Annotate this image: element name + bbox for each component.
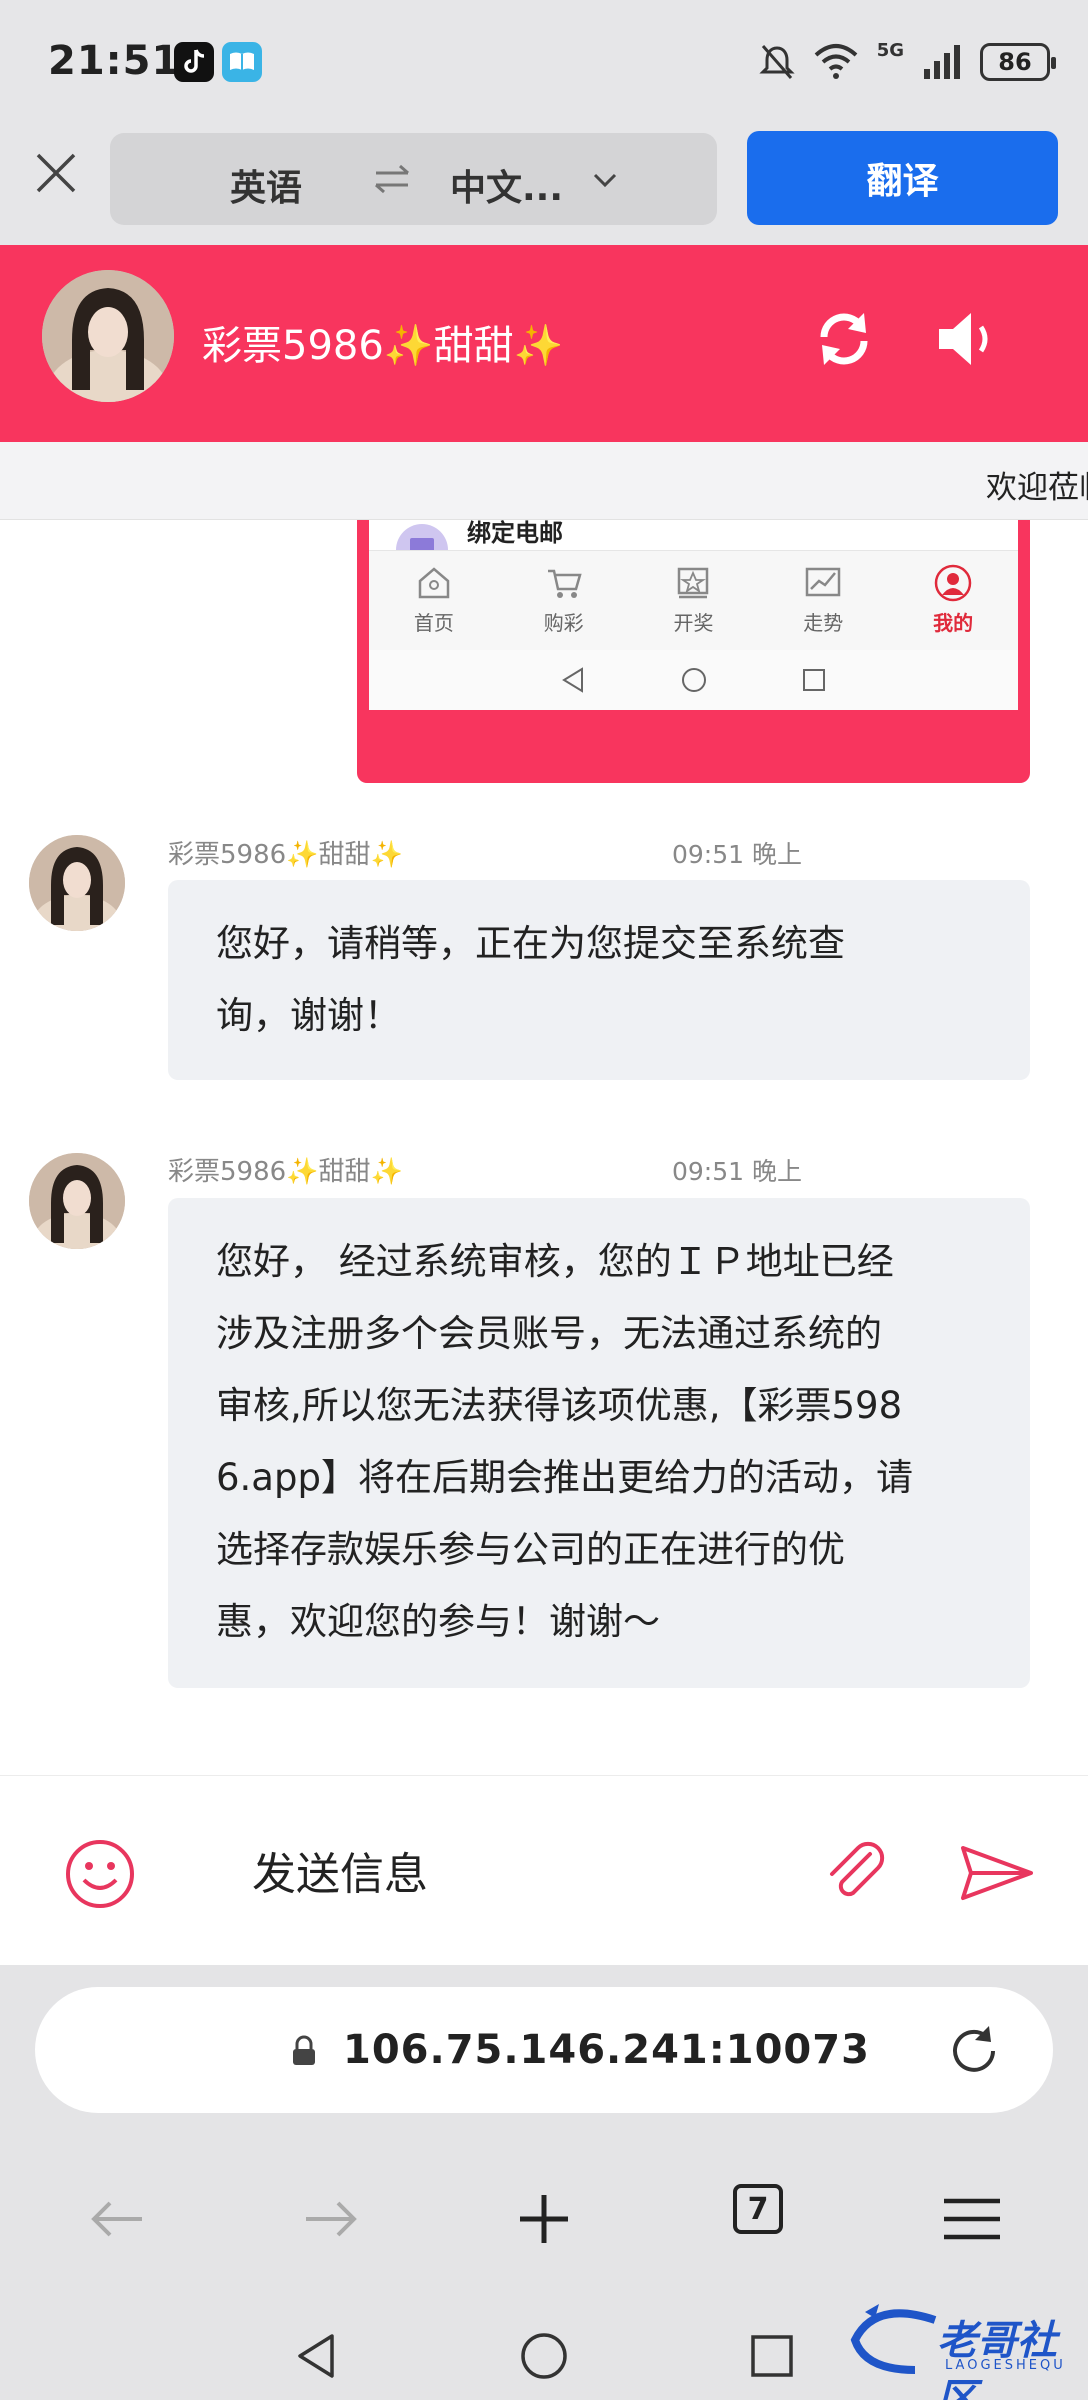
screenshot-tab-label: 开奖 bbox=[673, 611, 714, 635]
message-sender: 彩票5986✨甜甜✨ bbox=[168, 1157, 403, 1187]
home-icon[interactable] bbox=[518, 2330, 570, 2382]
screenshot-image: 绑定电邮 首页 购彩 开奖 走势 我的 bbox=[369, 520, 1018, 710]
chevron-down-icon[interactable] bbox=[590, 165, 620, 195]
message-bubble[interactable]: 您好， 经过系统审核，您的ＩＰ地址已经 涉及注册多个会员账号，无法通过系统的 审… bbox=[168, 1198, 1030, 1688]
new-tab-plus-icon[interactable] bbox=[512, 2187, 576, 2251]
reload-icon[interactable] bbox=[945, 2022, 1003, 2080]
watermark-subtext: LAOGESHEQU bbox=[945, 2358, 1066, 2373]
speaker-icon[interactable] bbox=[935, 307, 999, 371]
message-line: 惠，欢迎您的参与！谢谢～ bbox=[216, 1600, 660, 1643]
emoji-icon[interactable] bbox=[64, 1838, 136, 1910]
message-line: 选择存款娱乐参与公司的正在进行的优 bbox=[216, 1528, 845, 1571]
send-icon[interactable] bbox=[957, 1842, 1037, 1904]
home-circle-icon bbox=[681, 668, 706, 692]
message-sender: 彩票5986✨甜甜✨ bbox=[168, 840, 403, 870]
avatar[interactable] bbox=[29, 1153, 125, 1249]
refresh-icon[interactable] bbox=[812, 307, 876, 371]
user-icon bbox=[934, 564, 972, 602]
screenshot-tab-bar: 首页 购彩 开奖 走势 我的 bbox=[369, 550, 1018, 650]
language-selector[interactable]: 英语 中文... bbox=[110, 133, 717, 225]
tab-count-button[interactable]: 7 bbox=[733, 2184, 783, 2234]
wifi-icon bbox=[814, 44, 858, 79]
url-text[interactable]: 106.75.146.241:10073 bbox=[343, 2027, 870, 2073]
marquee-text: 欢迎莅临 bbox=[986, 470, 1088, 506]
screenshot-tab-label: 走势 bbox=[803, 611, 844, 635]
avatar[interactable] bbox=[29, 835, 125, 931]
chat-title: 彩票5986✨甜甜✨ bbox=[202, 323, 564, 369]
forward-arrow-icon[interactable] bbox=[298, 2187, 362, 2251]
message-line: 涉及注册多个会员账号，无法通过系统的 bbox=[216, 1312, 882, 1355]
browser-toolbar bbox=[0, 2165, 1088, 2275]
menu-icon[interactable] bbox=[940, 2187, 1004, 2251]
screenshot-tab-trend: 走势 bbox=[758, 551, 888, 650]
announcement-marquee: 欢迎莅临 bbox=[0, 442, 1088, 520]
network-label: 5G bbox=[876, 39, 904, 61]
home-icon bbox=[418, 567, 450, 599]
award-icon bbox=[678, 567, 709, 599]
source-language[interactable]: 英语 bbox=[230, 159, 302, 211]
translate-bar: 英语 中文... 翻译 bbox=[0, 125, 1088, 245]
message-line: 6.app】将在后期会推出更给力的活动，请 bbox=[216, 1456, 913, 1499]
dragon-logo-icon bbox=[850, 2304, 937, 2374]
screenshot-tab-label: 我的 bbox=[933, 611, 974, 635]
signal-icon bbox=[924, 45, 960, 79]
cart-icon bbox=[547, 569, 582, 598]
bind-email-label: 绑定电邮 bbox=[467, 520, 563, 547]
status-icons: 5G 86 bbox=[759, 39, 1056, 84]
image-message[interactable]: 绑定电邮 首页 购彩 开奖 走势 我的 bbox=[357, 520, 1030, 783]
back-arrow-icon[interactable] bbox=[86, 2187, 150, 2251]
target-language[interactable]: 中文... bbox=[450, 159, 563, 211]
message-input-bar: 发送信息 bbox=[0, 1775, 1088, 1965]
address-bar[interactable]: 106.75.146.241:10073 bbox=[35, 1987, 1053, 2113]
message-line: 审核,所以您无法获得该项优惠,【彩票598 bbox=[216, 1384, 903, 1427]
trend-icon bbox=[806, 567, 841, 597]
message-line: 您好，请稍等，正在为您提交至系统查 bbox=[216, 922, 845, 965]
watermark-logo: 老哥社区 LAOGESHEQU bbox=[845, 2300, 1075, 2400]
swap-icon[interactable] bbox=[372, 163, 412, 195]
tiktok-icon bbox=[174, 42, 214, 82]
status-bar: 21:51 5G 86 bbox=[0, 0, 1088, 125]
message-input[interactable]: 发送信息 bbox=[252, 1838, 428, 1902]
recents-icon[interactable] bbox=[746, 2330, 798, 2382]
screenshot-tab-buy: 购彩 bbox=[499, 551, 629, 650]
screenshot-tab-home: 首页 bbox=[369, 551, 499, 650]
message-line: 您好， 经过系统审核，您的ＩＰ地址已经 bbox=[216, 1240, 894, 1283]
attachment-icon[interactable] bbox=[820, 1836, 890, 1906]
book-icon bbox=[222, 42, 262, 82]
message-time: 09:51 晚上 bbox=[672, 840, 802, 869]
recents-square-icon bbox=[802, 669, 825, 691]
message-time: 09:51 晚上 bbox=[672, 1157, 802, 1186]
screenshot-tab-mine: 我的 bbox=[888, 551, 1018, 650]
screenshot-tab-label: 购彩 bbox=[543, 611, 584, 635]
lock-icon bbox=[293, 2035, 315, 2065]
screenshot-system-nav bbox=[369, 650, 1018, 710]
chat-header: 彩票5986✨甜甜✨ bbox=[0, 245, 1088, 442]
back-triangle-icon bbox=[561, 667, 583, 693]
chat-body[interactable]: 绑定电邮 首页 购彩 开奖 走势 我的 彩票5986✨甜甜✨ 09:51 晚上 … bbox=[0, 520, 1088, 1775]
screenshot-tab-draw: 开奖 bbox=[629, 551, 759, 650]
message-line: 询，谢谢！ bbox=[216, 994, 401, 1037]
translate-button[interactable]: 翻译 bbox=[747, 131, 1058, 225]
screenshot-tab-label: 首页 bbox=[413, 611, 454, 635]
status-time: 21:51 bbox=[48, 38, 181, 84]
back-icon[interactable] bbox=[290, 2330, 342, 2382]
mute-bell-icon bbox=[759, 45, 795, 79]
avatar[interactable] bbox=[42, 270, 174, 402]
message-bubble[interactable]: 您好，请稍等，正在为您提交至系统查 询，谢谢！ bbox=[168, 880, 1030, 1080]
bind-email-row: 绑定电邮 bbox=[395, 520, 1015, 556]
watermark-text: 老哥社区 bbox=[937, 2318, 1057, 2400]
close-icon[interactable] bbox=[30, 147, 82, 199]
battery-icon: 86 bbox=[980, 43, 1056, 81]
